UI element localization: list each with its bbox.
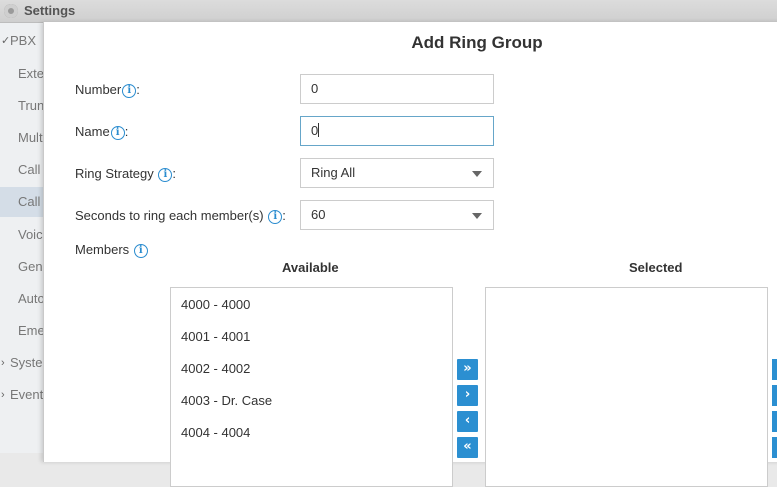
name-label: Name i:: [75, 124, 129, 140]
chevron-down-icon: [472, 171, 482, 177]
add-ring-group-dialog: Add Ring Group Number i: 0 Name i: 0 Ring …: [43, 22, 777, 487]
info-icon[interactable]: i: [133, 244, 148, 258]
list-item[interactable]: 4000 - 4000: [181, 297, 250, 312]
info-icon[interactable]: i: [122, 84, 137, 98]
sidebar-item-general[interactable]: General: [0, 252, 44, 282]
order-top-button[interactable]: [772, 359, 777, 380]
sidebar-item-emergency[interactable]: Emergency: [0, 316, 44, 346]
dialog-title: Add Ring Group: [411, 33, 543, 52]
available-heading: Available: [282, 260, 339, 275]
add-button[interactable]: ›: [457, 385, 478, 406]
sidebar-item-auto-provisioning[interactable]: Auto Provisioning: [0, 284, 44, 314]
order-up-button[interactable]: [772, 385, 777, 406]
list-item[interactable]: 4002 - 4002: [181, 361, 250, 376]
sidebar-item-call-features[interactable]: Call Features: [0, 187, 44, 217]
sidebar-item-extensions[interactable]: Extensions: [0, 59, 44, 89]
list-item[interactable]: 4003 - Dr. Case: [181, 393, 272, 408]
chevron-down-icon: [472, 213, 482, 219]
app-title: Settings: [24, 3, 76, 18]
sidebar-item-multisite[interactable]: Multisite: [0, 123, 44, 153]
remove-all-button[interactable]: «: [457, 437, 478, 458]
members-label: Members i: [75, 242, 148, 258]
list-item[interactable]: 4001 - 4001: [181, 329, 250, 344]
order-down-button[interactable]: [772, 411, 777, 432]
name-input[interactable]: 0: [300, 116, 494, 146]
info-icon[interactable]: i: [110, 126, 125, 140]
chevron-right-icon: ›: [1, 357, 5, 369]
info-icon[interactable]: i: [158, 168, 173, 182]
text-cursor: [318, 123, 320, 137]
number-input[interactable]: 0: [300, 74, 494, 104]
sidebar: ✓ PBX Extensions Trunks Multisite Call C…: [0, 23, 45, 453]
list-item[interactable]: 4004 - 4004: [181, 425, 250, 440]
app-header: Settings: [0, 0, 777, 23]
chevron-right-icon: ›: [1, 389, 5, 401]
info-icon[interactable]: i: [268, 210, 283, 224]
sidebar-item-pbx[interactable]: ✓ PBX: [0, 26, 44, 56]
gear-icon: [4, 4, 18, 18]
seconds-label: Seconds to ring each member(s) i:: [75, 208, 286, 224]
sidebar-item-call-control[interactable]: Call Control: [0, 155, 44, 185]
selected-list[interactable]: [485, 287, 768, 487]
add-all-button[interactable]: »: [457, 359, 478, 380]
sidebar-item-event-center[interactable]: › Event Center: [0, 380, 44, 410]
number-label: Number i:: [75, 82, 140, 98]
remove-button[interactable]: ‹: [457, 411, 478, 432]
sidebar-item-trunks[interactable]: Trunks: [0, 91, 44, 121]
order-bottom-button[interactable]: [772, 437, 777, 458]
seconds-select[interactable]: 60: [300, 200, 494, 230]
ring-strategy-label: Ring Strategy i:: [75, 166, 177, 182]
chevron-down-icon: ✓: [1, 35, 11, 47]
ring-strategy-select[interactable]: Ring All: [300, 158, 494, 188]
selected-heading: Selected: [629, 260, 683, 275]
available-list[interactable]: 4000 - 4000 4001 - 4001 4002 - 4002 4003…: [170, 287, 453, 487]
sidebar-item-system[interactable]: › System: [0, 348, 44, 378]
sidebar-item-voicemail[interactable]: Voicemail: [0, 220, 44, 250]
